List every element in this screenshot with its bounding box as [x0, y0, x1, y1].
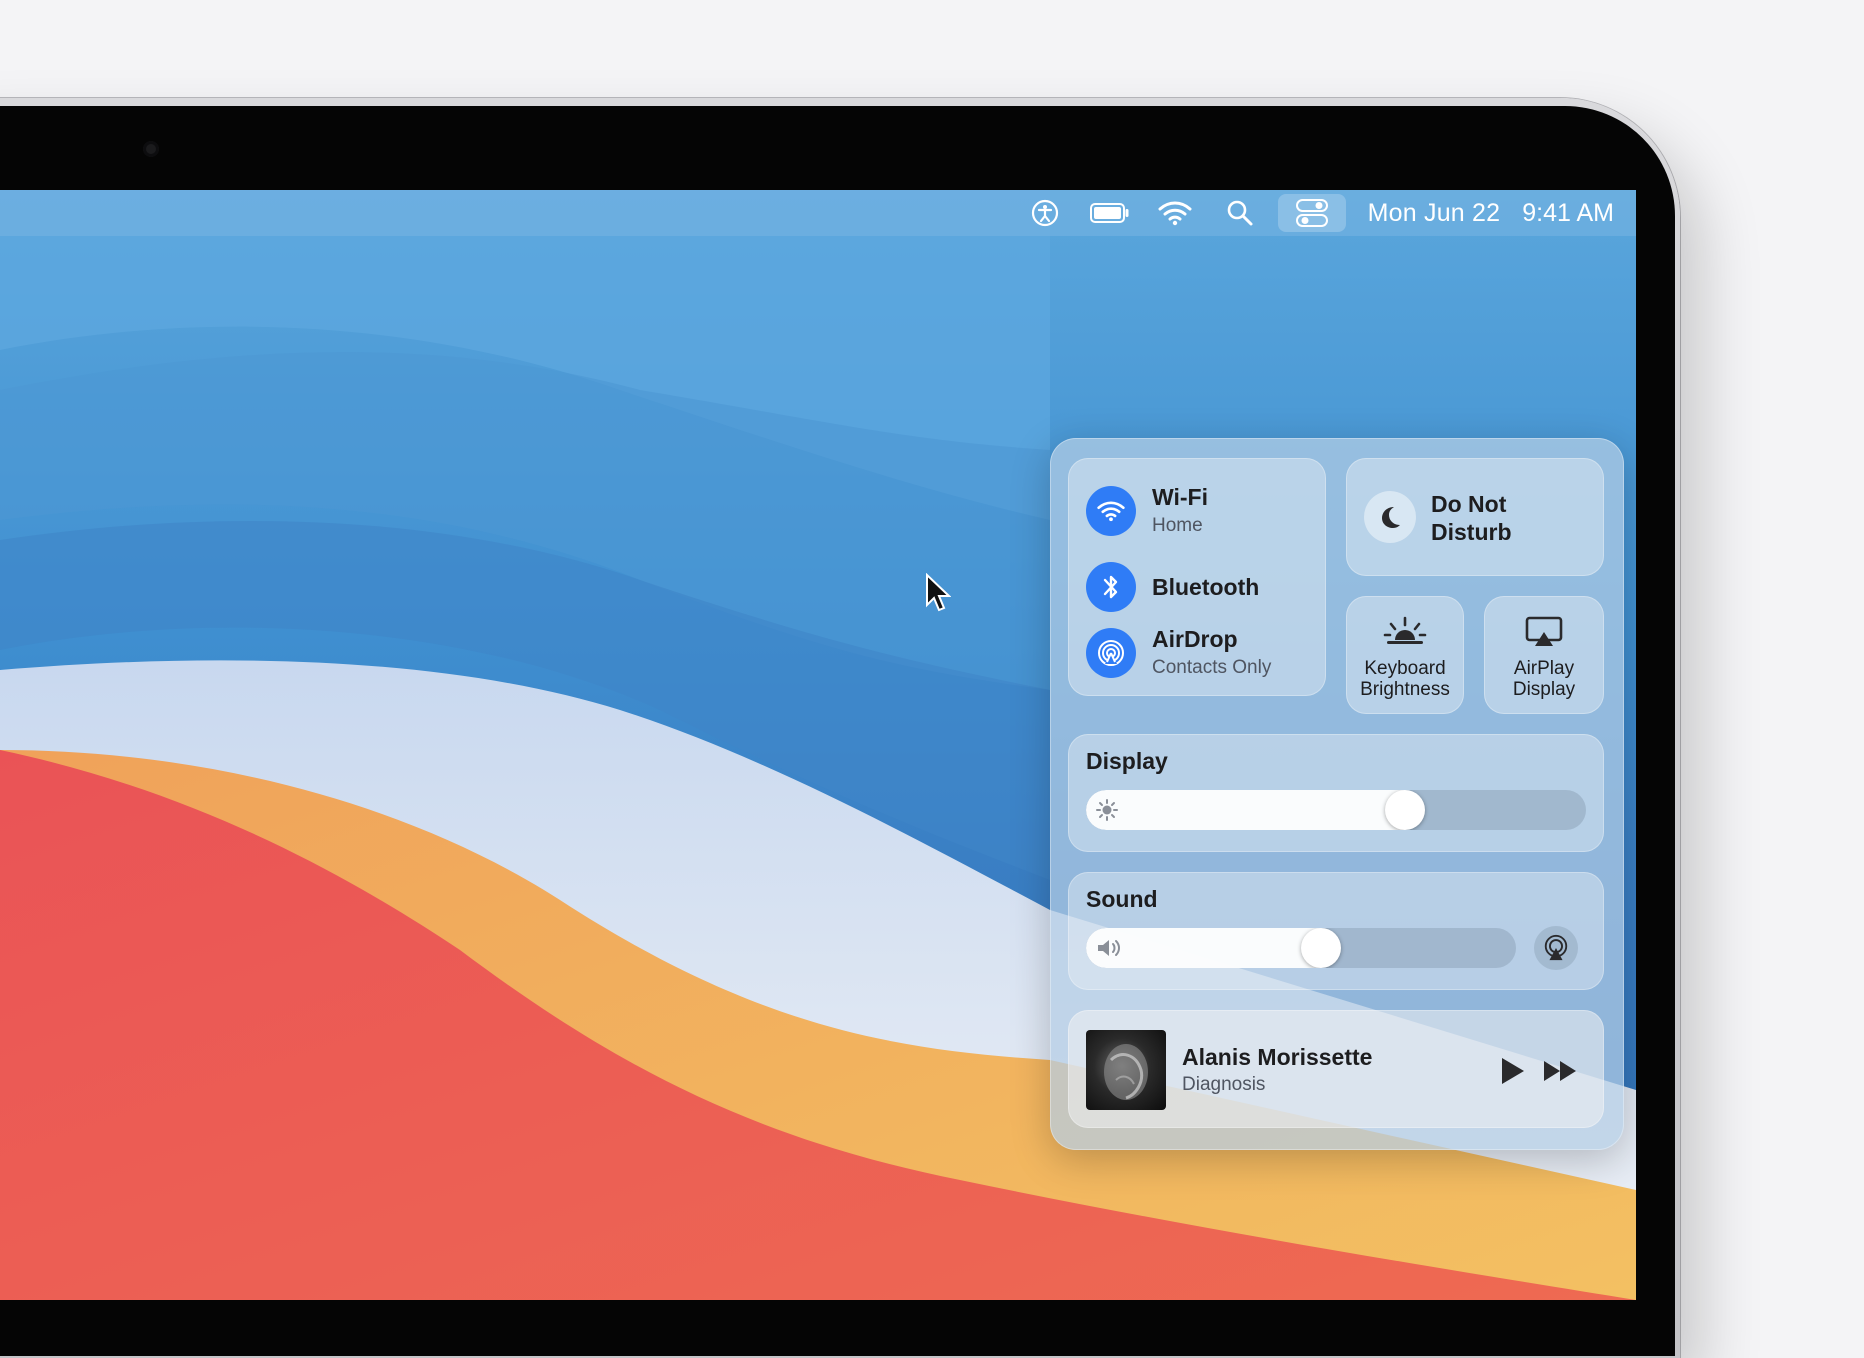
sound-slider-knob[interactable] — [1301, 928, 1341, 968]
menubar-date[interactable]: Mon Jun 22 — [1368, 199, 1501, 228]
sound-title: Sound — [1086, 886, 1158, 912]
control-center-icon[interactable] — [1277, 194, 1346, 232]
speaker-icon — [1098, 940, 1120, 956]
mouse-cursor-icon — [926, 573, 951, 612]
airplay-display-icon — [1525, 616, 1563, 646]
keyboard-brightness-button[interactable]: Keyboard Brightness — [1346, 596, 1464, 714]
bluetooth-label: Bluetooth — [1152, 573, 1260, 600]
airdrop-status: Contacts Only — [1152, 657, 1272, 678]
keyboard-brightness-label-1: Keyboard — [1364, 658, 1446, 679]
airplay-audio-button[interactable] — [1534, 926, 1578, 970]
battery-icon[interactable] — [1089, 193, 1130, 233]
moon-icon — [1364, 491, 1416, 543]
wifi-label: Wi-Fi — [1152, 484, 1208, 510]
airdrop-icon[interactable] — [1086, 627, 1136, 678]
now-playing-track: Diagnosis — [1182, 1074, 1266, 1095]
now-playing-artist: Alanis Morissette — [1182, 1044, 1373, 1070]
search-icon[interactable] — [1220, 193, 1260, 233]
do-not-disturb-toggle[interactable]: Do Not Disturb — [1346, 458, 1604, 576]
display-title: Display — [1086, 748, 1168, 774]
bluetooth-toggle[interactable]: Bluetooth — [1086, 562, 1259, 612]
accessibility-icon[interactable] — [1025, 193, 1065, 233]
wifi-toggle-icon[interactable] — [1086, 485, 1136, 536]
display-brightness-slider[interactable] — [1086, 790, 1586, 830]
control-center-panel: Wi-Fi Home Bluetooth AirDrop Contacts On… — [1050, 438, 1624, 1150]
network-tile: Wi-Fi Home Bluetooth AirDrop Contacts On… — [1068, 458, 1326, 696]
wifi-toggle[interactable]: Wi-Fi Home — [1086, 484, 1208, 537]
display-slider-knob[interactable] — [1385, 790, 1425, 830]
menu-bar: Mon Jun 22 9:41 AM — [0, 190, 1636, 236]
sound-tile: Sound — [1068, 872, 1604, 990]
airdrop-label: AirDrop — [1152, 626, 1238, 652]
sun-icon — [1096, 799, 1118, 821]
desktop-screen: Mon Jun 22 9:41 AM Wi-Fi Home Bluetooth … — [0, 190, 1636, 1300]
bluetooth-icon[interactable] — [1086, 562, 1136, 612]
keyboard-brightness-icon — [1383, 616, 1427, 644]
airplay-display-label-1: AirPlay — [1513, 658, 1575, 679]
now-playing-tile: Alanis Morissette Diagnosis — [1068, 1010, 1604, 1128]
airplay-display-button[interactable]: AirPlay Display — [1484, 596, 1604, 714]
wifi-status: Home — [1152, 515, 1203, 536]
display-tile: Display — [1068, 734, 1604, 852]
sound-volume-slider[interactable] — [1086, 928, 1516, 968]
wifi-icon[interactable] — [1155, 193, 1195, 233]
airplay-display-label-2: Display — [1512, 679, 1576, 700]
airdrop-toggle[interactable]: AirDrop Contacts Only — [1086, 626, 1271, 679]
menubar-time[interactable]: 9:41 AM — [1522, 199, 1614, 228]
camera-dot — [143, 141, 159, 157]
fast-forward-icon[interactable] — [1542, 1056, 1578, 1086]
play-icon[interactable] — [1498, 1056, 1526, 1086]
airplay-audio-icon — [1544, 934, 1568, 961]
display-slider-fill — [1086, 790, 1405, 830]
keyboard-brightness-label-2: Brightness — [1360, 679, 1450, 700]
do-not-disturb-label: Do Not Disturb — [1431, 491, 1512, 545]
album-art[interactable] — [1086, 1030, 1166, 1110]
